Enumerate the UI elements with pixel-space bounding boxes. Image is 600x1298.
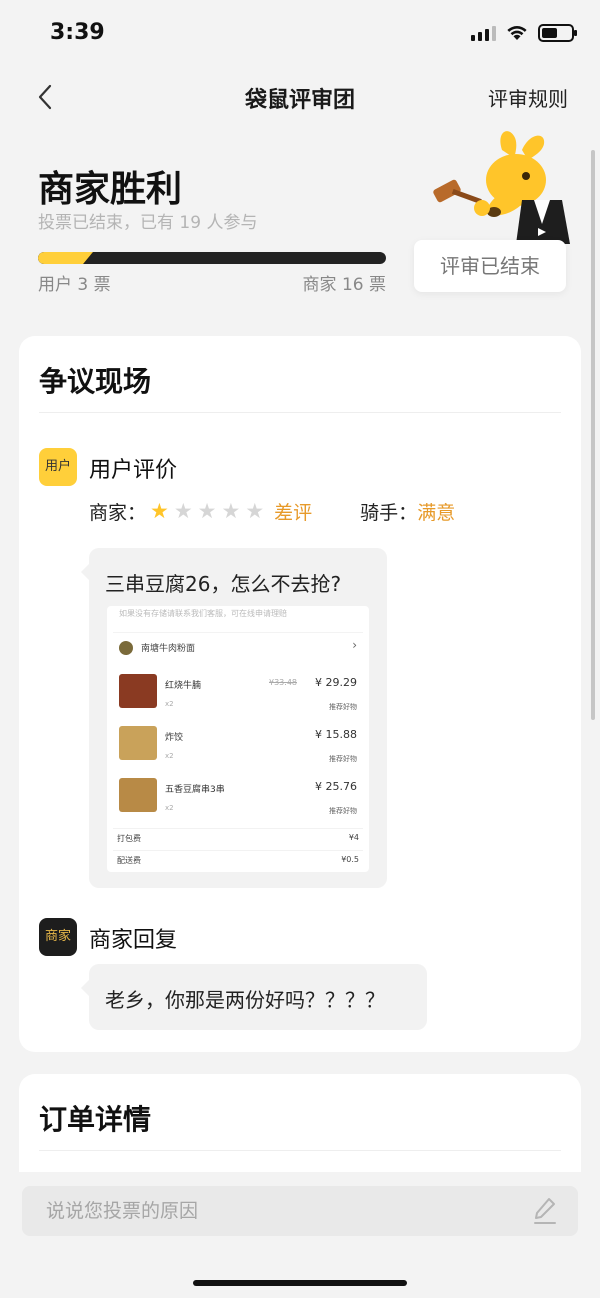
screenshot-item-qty: x2 <box>165 804 174 812</box>
merchant-rating-label: 商家： <box>89 502 147 524</box>
status-bar: 3:39 <box>0 0 600 70</box>
screenshot-item-old-price: ¥33.48 <box>269 678 297 687</box>
wifi-icon <box>507 26 527 40</box>
home-indicator[interactable] <box>193 1280 407 1286</box>
star-icon: ★ <box>150 499 169 523</box>
status-icons <box>471 24 577 42</box>
merchant-votes-label: 商家 16 票 <box>302 275 386 295</box>
divider <box>39 412 561 413</box>
screenshot-item-qty: x2 <box>165 752 174 760</box>
rules-link[interactable]: 评审规则 <box>488 83 568 112</box>
status-time: 3:39 <box>50 20 105 45</box>
screenshot-item-rec: 推荐好物 <box>329 807 357 815</box>
comment-bar <box>0 1172 600 1298</box>
pen-icon[interactable] <box>532 1196 558 1226</box>
rating-row: 商家： ★ ★ ★ ★ ★ 差评 骑手： 满意 <box>89 498 455 525</box>
star-icon: ★ <box>197 499 217 523</box>
screenshot-store-row: 南塘牛肉粉面 › <box>113 632 363 662</box>
star-icon: ★ <box>245 499 265 523</box>
fee-value: ¥4 <box>348 833 359 842</box>
merchant-tag: 商家 <box>39 918 77 956</box>
screenshot-item-price: ¥ 29.29 <box>315 676 357 689</box>
user-tag: 用户 <box>39 448 77 486</box>
screenshot-item-name: 炸饺 <box>165 733 184 743</box>
battery-icon <box>538 24 577 42</box>
screenshot-item-rec: 推荐好物 <box>329 755 357 763</box>
vote-reason-input[interactable] <box>22 1186 578 1236</box>
screenshot-item: 五香豆腐串3串 x2 ¥ 25.76 推荐好物 <box>117 776 359 826</box>
user-votes-label: 用户 3 票 <box>38 275 111 295</box>
merchant-rating-value: 差评 <box>274 502 313 524</box>
user-vote-fill <box>38 252 93 264</box>
star-icon: ★ <box>221 499 241 523</box>
screenshot-store-name: 南塘牛肉粉面 <box>141 644 196 654</box>
screenshot-fee-row: 配送费 ¥0.5 <box>113 850 363 870</box>
food-thumbnail <box>119 726 157 760</box>
order-details-title: 订单详情 <box>39 1103 152 1136</box>
store-logo <box>119 641 133 655</box>
result-title: 商家胜利 <box>38 169 183 210</box>
rider-rating-label: 骑手： <box>360 502 418 524</box>
divider <box>39 1150 561 1151</box>
review-status-badge: 评审已结束 <box>414 240 566 292</box>
food-thumbnail <box>119 778 157 812</box>
user-review-text: 三串豆腐26，怎么不去抢? <box>105 572 342 596</box>
kangaroo-judge-mascot <box>433 131 570 244</box>
screenshot-item-name: 红烧牛腩 <box>165 681 202 691</box>
merchant-star-rating: ★ ★ ★ ★ ★ <box>150 501 264 522</box>
merchant-reply-heading: 商家回复 <box>89 928 178 953</box>
merchant-reply-text: 老乡，你那是两份好吗？？？？ <box>105 988 385 1012</box>
food-thumbnail <box>119 674 157 708</box>
screenshot-item-price: ¥ 25.76 <box>315 780 357 793</box>
scroll-indicator[interactable] <box>591 150 595 720</box>
signal-icon <box>471 25 496 41</box>
star-icon: ★ <box>173 499 193 523</box>
screenshot-item: 红烧牛腩 x2 ¥33.48 ¥ 29.29 推荐好物 <box>117 672 359 722</box>
screenshot-item-qty: x2 <box>165 700 174 708</box>
order-screenshot-image[interactable]: 如果没有存储请联系我们客服，可在线申请理赔 南塘牛肉粉面 › 红烧牛腩 x2 ¥… <box>107 606 369 872</box>
fee-value: ¥0.5 <box>341 855 359 864</box>
rider-rating-value: 满意 <box>417 502 456 524</box>
vote-progress-bar <box>38 252 386 264</box>
vote-summary: 投票已结束，已有 19 人参与 <box>38 213 258 233</box>
screenshot-item-price: ¥ 15.88 <box>315 728 357 741</box>
screenshot-hint: 如果没有存储请联系我们客服，可在线申请理赔 <box>119 609 287 618</box>
dispute-title: 争议现场 <box>39 365 152 398</box>
user-review-bubble: 三串豆腐26，怎么不去抢? 如果没有存储请联系我们客服，可在线申请理赔 南塘牛肉… <box>81 548 387 888</box>
screenshot-item-rec: 推荐好物 <box>329 703 357 711</box>
screenshot-item: 炸饺 x2 ¥ 15.88 推荐好物 <box>117 724 359 774</box>
nav-bar: 袋鼠评审团 评审规则 <box>0 70 600 126</box>
screenshot-item-name: 五香豆腐串3串 <box>165 785 225 795</box>
merchant-reply-bubble: 老乡，你那是两份好吗？？？？ <box>81 964 427 1030</box>
screenshot-fee-row: 打包费 ¥4 <box>113 828 363 848</box>
fee-label: 配送费 <box>117 856 141 865</box>
fee-label: 打包费 <box>117 834 141 843</box>
chevron-right-icon: › <box>352 638 357 652</box>
dispute-card: 争议现场 用户 用户评价 商家： ★ ★ ★ ★ ★ 差评 骑手： 满意 三串豆… <box>19 336 581 1052</box>
user-review-heading: 用户评价 <box>89 458 178 483</box>
